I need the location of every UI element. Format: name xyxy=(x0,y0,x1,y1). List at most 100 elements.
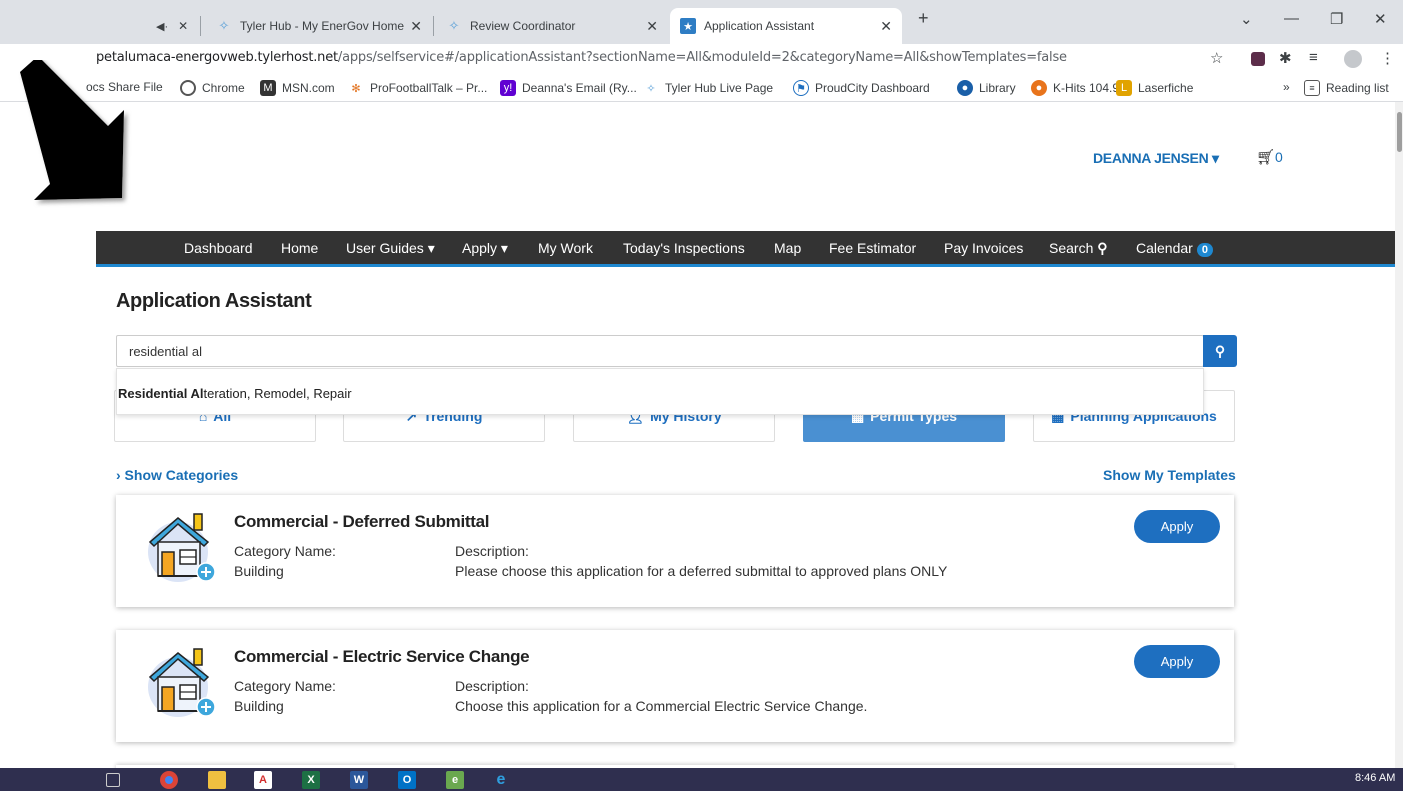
tab-separator xyxy=(200,16,201,36)
category-value: Building xyxy=(234,698,284,714)
file-explorer-icon[interactable] xyxy=(208,771,226,789)
apply-button[interactable]: Apply xyxy=(1134,510,1220,543)
task-view-icon[interactable] xyxy=(106,773,120,787)
laserfiche-taskbar-icon[interactable]: e xyxy=(446,771,464,789)
application-search-input[interactable] xyxy=(116,335,1204,367)
tab-close-icon[interactable]: ✕ xyxy=(880,18,892,35)
laserfiche-icon: L xyxy=(1116,80,1132,96)
nav-home[interactable]: Home xyxy=(281,240,318,256)
category-label: Category Name: xyxy=(234,678,336,694)
suggestion-match: Residential Al xyxy=(118,386,204,401)
proudcity-icon: ⚑ xyxy=(793,80,809,96)
description-label: Description: xyxy=(455,678,529,694)
browser-tab-review-coordinator[interactable]: ✧ Review Coordinator ✕ xyxy=(436,8,668,44)
calendar-count-badge: 0 xyxy=(1196,243,1213,257)
internet-explorer-icon[interactable]: e xyxy=(492,771,510,789)
cart-button[interactable]: 🛒︎0 xyxy=(1256,148,1283,166)
outlook-icon[interactable]: O xyxy=(398,771,416,789)
tab-close-icon[interactable]: ✕ xyxy=(646,18,658,35)
nav-fee-estimator[interactable]: Fee Estimator xyxy=(829,240,916,256)
bookmark-tyler-hub-live[interactable]: ✧ Tyler Hub Live Page xyxy=(643,80,773,96)
bookmark-chrome[interactable]: Chrome xyxy=(180,80,245,96)
main-navbar: Dashboard Home User Guides ▾ Apply ▾ My … xyxy=(96,231,1395,267)
reading-list-label: Reading list xyxy=(1326,81,1389,95)
bookmark-msn[interactable]: M MSN.com xyxy=(260,80,335,96)
show-my-templates-link[interactable]: Show My Templates xyxy=(1103,467,1236,483)
restore-button[interactable]: ❐ xyxy=(1330,10,1343,28)
application-card: Commercial - Electric Service Change Cat… xyxy=(116,630,1234,742)
nav-calendar[interactable]: Calendar 0 xyxy=(1136,240,1213,257)
category-value: Building xyxy=(234,563,284,579)
profile-avatar-icon[interactable] xyxy=(1344,50,1362,68)
browser-tabstrip: ◀︎· ✕ ✧ Tyler Hub - My EnerGov Home ✕ ✧ … xyxy=(0,0,1403,44)
bookmark-label: Library xyxy=(979,81,1016,95)
star-favicon-icon: ★ xyxy=(680,18,696,34)
browser-tab-muted[interactable]: ◀︎· ✕ xyxy=(146,8,204,44)
application-card: Commercial - Deferred Submittal Category… xyxy=(116,495,1234,607)
speaker-muted-icon[interactable]: ◀︎· xyxy=(156,20,168,33)
nav-apply[interactable]: Apply ▾ xyxy=(462,240,508,257)
nav-search-label: Search xyxy=(1049,240,1094,256)
bookmark-star-icon[interactable]: ☆ xyxy=(1210,49,1223,67)
tab-search-chevron-icon[interactable]: ⌄ xyxy=(1240,10,1253,28)
nav-search[interactable]: Search ⚲ xyxy=(1049,240,1108,257)
bookmark-proudcity[interactable]: ⚑ ProudCity Dashboard xyxy=(793,80,930,96)
bookmark-label: ProFootballTalk – Pr... xyxy=(370,81,488,95)
cart-count: 0 xyxy=(1275,149,1283,165)
nav-calendar-label: Calendar xyxy=(1136,240,1193,256)
k-hits-icon: ● xyxy=(1031,80,1047,96)
tab-close-icon[interactable]: ✕ xyxy=(178,19,188,33)
reading-mode-icon[interactable]: ≡ xyxy=(1309,49,1318,66)
kebab-menu-icon[interactable]: ⋮ xyxy=(1380,49,1395,67)
window-close-button[interactable]: ✕ xyxy=(1374,10,1387,28)
search-icon: ⚲ xyxy=(1097,240,1108,256)
scrollbar-thumb[interactable] xyxy=(1397,112,1402,152)
new-tab-button[interactable]: + xyxy=(918,8,929,29)
nav-dashboard[interactable]: Dashboard xyxy=(184,240,253,256)
suggestion-rest: teration, Remodel, Repair xyxy=(203,386,352,401)
search-suggestions-dropdown: Residential Alteration, Remodel, Repair xyxy=(116,368,1204,415)
bookmark-deanna-email[interactable]: y! Deanna's Email (Ry... xyxy=(500,80,637,96)
user-menu[interactable]: DEANNA JENSEN ▾ xyxy=(1093,150,1219,167)
description-value: Choose this application for a Commercial… xyxy=(455,698,868,714)
show-categories-link[interactable]: › Show Categories xyxy=(116,467,238,483)
tyler-hub-favicon-icon: ✧ xyxy=(448,18,460,33)
bookmarks-bar: ocs Share File Chrome M MSN.com ✻ ProFootb… xyxy=(0,74,1403,102)
acrobat-icon[interactable]: A xyxy=(254,771,272,789)
nav-todays-inspections[interactable]: Today's Inspections xyxy=(623,240,745,256)
puzzle-extensions-icon[interactable]: ✱ xyxy=(1279,49,1292,67)
browser-tab-title: Review Coordinator xyxy=(470,19,576,33)
msn-icon: M xyxy=(260,80,276,96)
tyler-hub-favicon-icon: ✧ xyxy=(218,18,230,33)
bookmark-laserfiche[interactable]: L Laserfiche xyxy=(1116,80,1193,96)
bookmark-k-hits[interactable]: ● K-Hits 104.9 xyxy=(1031,80,1119,96)
description-value: Please choose this application for a def… xyxy=(455,563,948,579)
search-icon: ⚲ xyxy=(1214,342,1226,359)
extension-icon[interactable] xyxy=(1251,52,1265,66)
chrome-taskbar-icon[interactable] xyxy=(160,771,178,789)
reading-list-button[interactable]: ≡ Reading list xyxy=(1304,80,1389,96)
bookmark-library[interactable]: ● Library xyxy=(957,80,1016,96)
nav-my-work[interactable]: My Work xyxy=(538,240,593,256)
word-icon[interactable]: W xyxy=(350,771,368,789)
cart-icon: 🛒︎ xyxy=(1256,149,1276,166)
browser-tab-application-assistant[interactable]: ★ Application Assistant ✕ xyxy=(670,8,902,44)
apply-button[interactable]: Apply xyxy=(1134,645,1220,678)
tab-close-icon[interactable]: ✕ xyxy=(410,18,422,35)
nav-user-guides[interactable]: User Guides ▾ xyxy=(346,240,435,257)
bookmark-label: MSN.com xyxy=(282,81,335,95)
browser-tab-tyler-hub[interactable]: ✧ Tyler Hub - My EnerGov Home ✕ xyxy=(206,8,432,44)
bookmark-profootballtalk[interactable]: ✻ ProFootballTalk – Pr... xyxy=(348,80,487,96)
page-scrollbar[interactable] xyxy=(1395,102,1403,768)
nav-map[interactable]: Map xyxy=(774,240,801,256)
url-field[interactable]: petalumaca-energovweb.tylerhost.net/apps… xyxy=(96,50,1067,65)
suggestion-item[interactable]: Residential Alteration, Remodel, Repair xyxy=(118,386,352,401)
windows-taskbar: A X W O e e 8:46 AM xyxy=(0,768,1403,791)
bookmarks-overflow-button[interactable]: » xyxy=(1283,80,1290,94)
category-label: Category Name: xyxy=(234,543,336,559)
nav-pay-invoices[interactable]: Pay Invoices xyxy=(944,240,1023,256)
search-button[interactable]: ⚲ xyxy=(1203,335,1237,367)
minimize-button[interactable]: — xyxy=(1284,10,1299,27)
excel-icon[interactable]: X xyxy=(302,771,320,789)
address-bar: petalumaca-energovweb.tylerhost.net/apps… xyxy=(0,44,1403,74)
